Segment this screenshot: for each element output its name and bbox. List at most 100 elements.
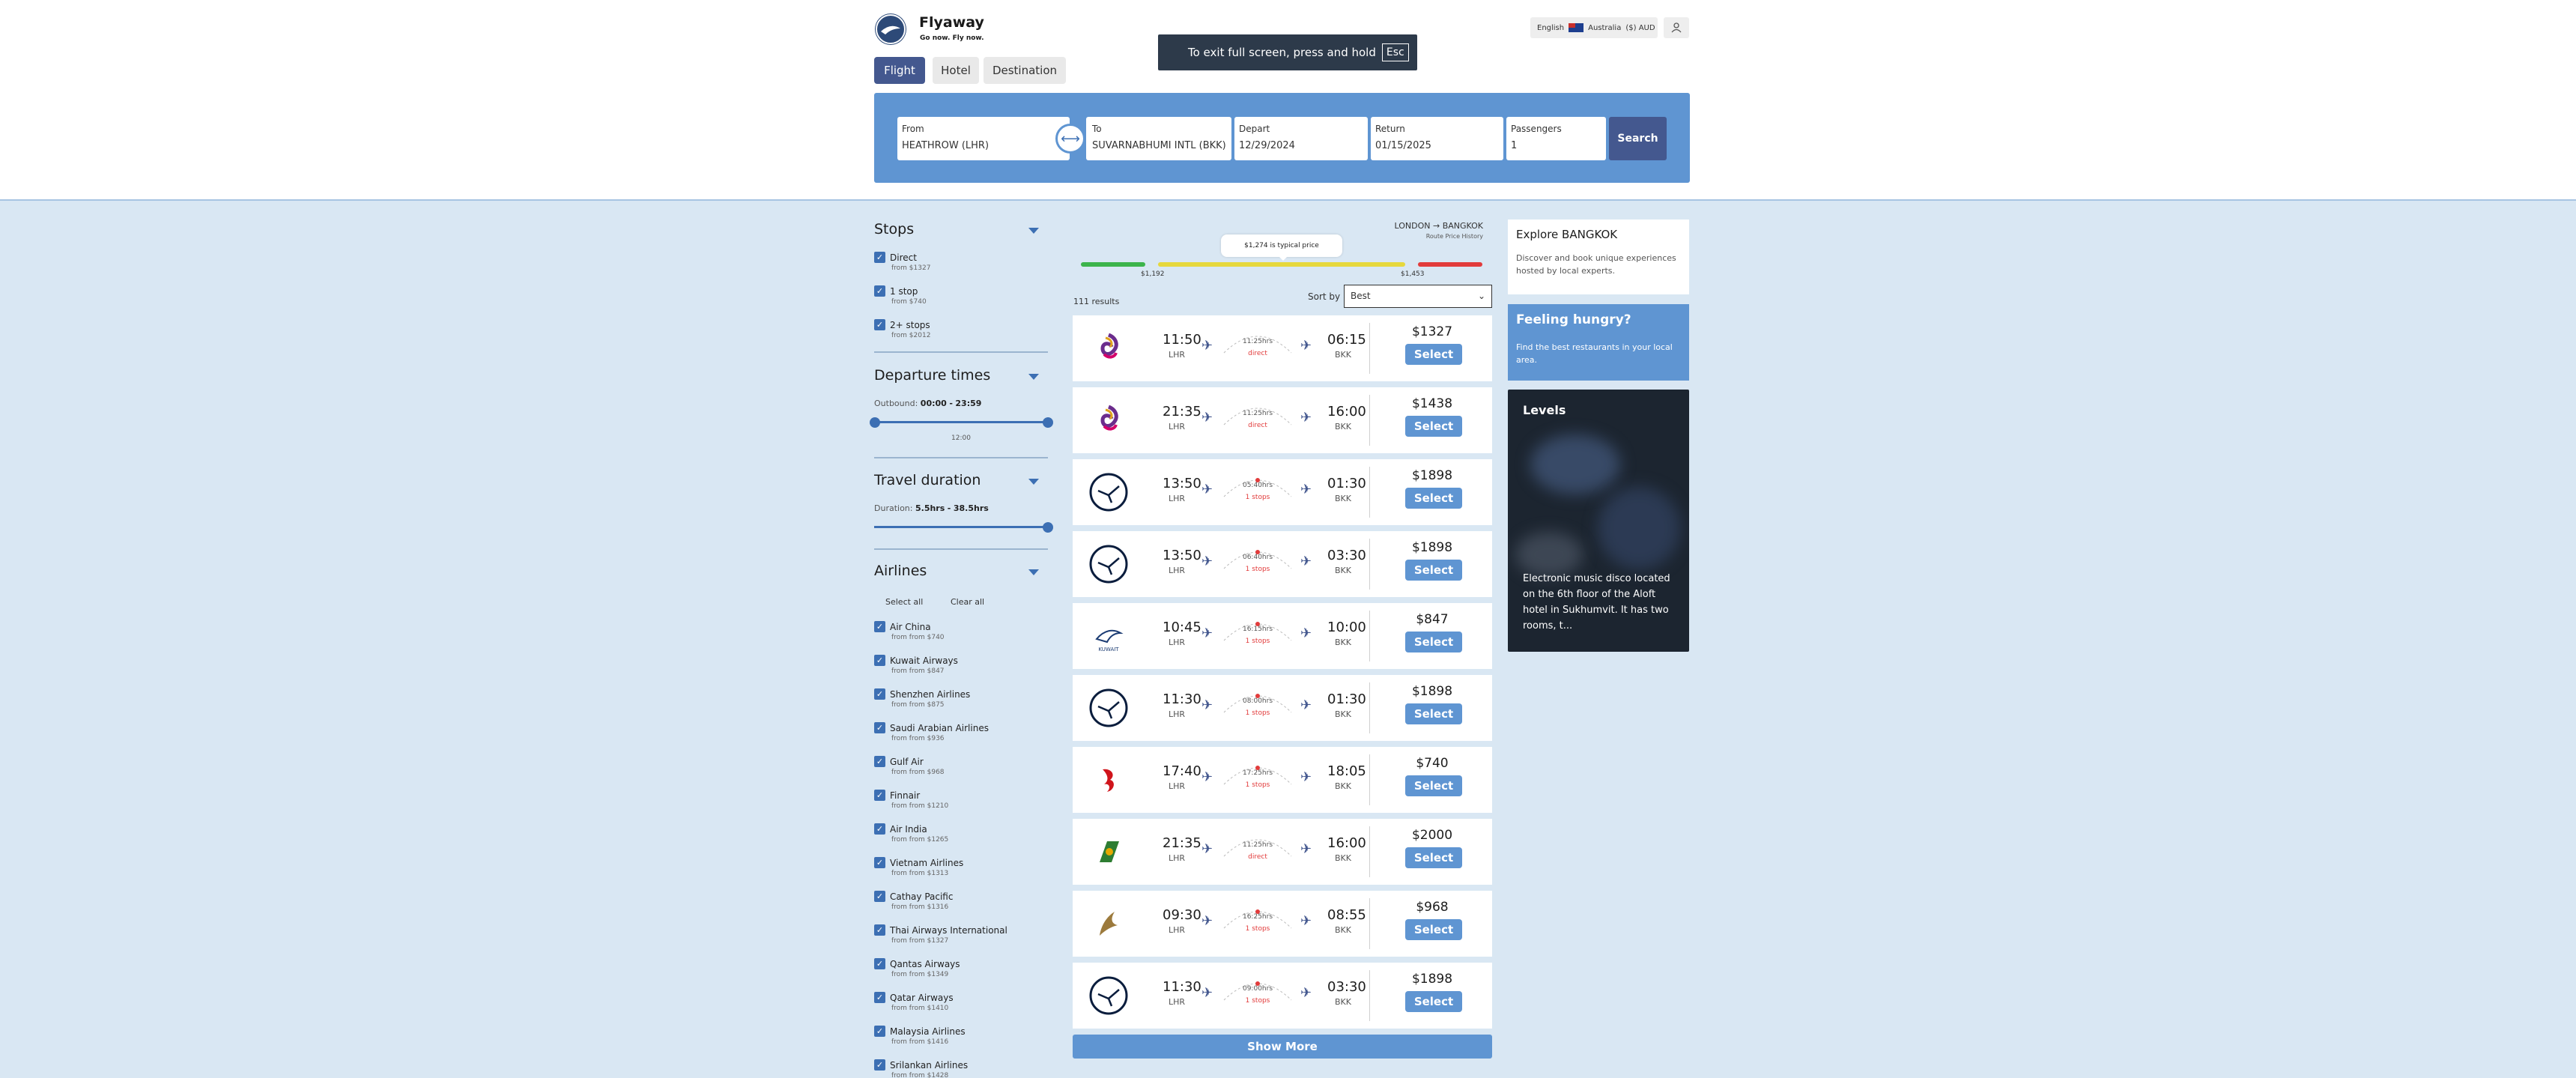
airline-checkbox[interactable]: ✓ xyxy=(874,621,885,632)
departure-collapse-icon[interactable] xyxy=(1028,374,1039,380)
outbound-from: 00:00 xyxy=(920,399,947,408)
explore-card[interactable]: Explore BANGKOK Discover and book unique… xyxy=(1508,219,1689,294)
select-flight-button[interactable]: Select xyxy=(1405,919,1462,940)
results-count: 111 results xyxy=(1073,297,1120,306)
arrival-airport: BKK xyxy=(1335,566,1351,575)
stops-option-label: 1 stop xyxy=(890,286,918,297)
to-field[interactable]: To SUVARNABHUMI INTL (BKK) xyxy=(1086,117,1231,160)
select-flight-button[interactable]: Select xyxy=(1405,775,1462,796)
tab-destination[interactable]: Destination xyxy=(984,57,1066,84)
duration-slider-max-handle[interactable] xyxy=(1043,522,1053,533)
from-field[interactable]: From HEATHROW (LHR) xyxy=(897,117,1070,160)
stops-direct-checkbox[interactable]: ✓ xyxy=(874,252,885,263)
select-flight-button[interactable]: Select xyxy=(1405,416,1462,437)
departure-slider-min-handle[interactable] xyxy=(870,417,880,428)
card-divider xyxy=(1369,826,1370,877)
return-field[interactable]: Return 01/15/2025 xyxy=(1371,117,1503,160)
flight-card[interactable]: 11:30 LHR ✈ 09:00hrs 1 stops ✈ 03:30 BKK… xyxy=(1073,963,1492,1029)
departure-time: 09:30 xyxy=(1163,907,1201,923)
stops-two-plus-checkbox[interactable]: ✓ xyxy=(874,319,885,330)
stops-one-checkbox[interactable]: ✓ xyxy=(874,285,885,297)
landing-plane-icon: ✈ xyxy=(1300,697,1312,713)
show-more-button[interactable]: Show More xyxy=(1073,1035,1492,1059)
departure-time: 17:40 xyxy=(1163,763,1201,779)
duration-slider-track[interactable] xyxy=(874,526,1048,528)
flight-card[interactable]: 21:35 LHR ✈ 11:25hrs direct ✈ 16:00 BKK … xyxy=(1073,387,1492,453)
airline-checkbox[interactable]: ✓ xyxy=(874,992,885,1003)
airline-checkbox[interactable]: ✓ xyxy=(874,958,885,969)
departure-time: 11:50 xyxy=(1163,332,1201,348)
airline-checkbox[interactable]: ✓ xyxy=(874,891,885,902)
airlines-collapse-icon[interactable] xyxy=(1028,569,1039,575)
airline-checkbox[interactable]: ✓ xyxy=(874,924,885,936)
flight-card[interactable]: 09:30 LHR ✈ 16:25hrs 1 stops ✈ 08:55 BKK… xyxy=(1073,891,1492,957)
kuwait-airline-logo-icon: KUWAIT xyxy=(1089,617,1128,655)
from-label: From xyxy=(902,124,924,134)
flight-card[interactable]: 17:40 LHR ✈ 17:25hrs 1 stops ✈ 18:05 BKK… xyxy=(1073,747,1492,813)
flight-card[interactable]: KUWAIT 10:45 LHR ✈ 16:15hrs 1 stops ✈ 10… xyxy=(1073,603,1492,669)
locale-selector[interactable]: English Australia ($) AUD xyxy=(1530,17,1658,38)
passengers-value[interactable]: 1 xyxy=(1511,140,1601,151)
from-value[interactable]: HEATHROW (LHR) xyxy=(902,140,1065,151)
departure-airport: LHR xyxy=(1169,781,1186,791)
takeoff-plane-icon: ✈ xyxy=(1201,554,1213,569)
airline-checkbox[interactable]: ✓ xyxy=(874,823,885,835)
takeoff-plane-icon: ✈ xyxy=(1201,841,1213,857)
stops-option-sub: from $740 xyxy=(891,298,927,306)
airline-checkbox[interactable]: ✓ xyxy=(874,857,885,868)
airline-checkbox[interactable]: ✓ xyxy=(874,688,885,700)
stops-collapse-icon[interactable] xyxy=(1028,228,1039,234)
hungry-text: Find the best restaurants in your local … xyxy=(1516,342,1673,365)
airline-checkbox[interactable]: ✓ xyxy=(874,1059,885,1071)
flight-path-arc xyxy=(1223,478,1292,497)
airline-checkbox[interactable]: ✓ xyxy=(874,1026,885,1037)
clear-all-button[interactable]: Clear all xyxy=(951,597,984,607)
airline-checkbox[interactable]: ✓ xyxy=(874,756,885,767)
route-price-history-link[interactable]: Route Price History xyxy=(1426,233,1483,240)
sort-select[interactable]: Best ⌄ xyxy=(1344,285,1492,308)
to-value[interactable]: SUVARNABHUMI INTL (BKK) xyxy=(1092,140,1227,151)
airline-checkbox[interactable]: ✓ xyxy=(874,722,885,733)
user-icon xyxy=(1671,22,1682,33)
levels-card[interactable]: Levels Electronic music disco located on… xyxy=(1508,390,1689,652)
lufthansa-airline-logo-icon xyxy=(1089,976,1128,1015)
select-flight-button[interactable]: Select xyxy=(1405,703,1462,724)
airline-checkbox[interactable]: ✓ xyxy=(874,790,885,801)
passengers-field[interactable]: Passengers 1 xyxy=(1506,117,1606,160)
airline-checkbox[interactable]: ✓ xyxy=(874,655,885,666)
select-flight-button[interactable]: Select xyxy=(1405,488,1462,509)
brand-name[interactable]: Flyaway xyxy=(919,14,984,31)
select-flight-button[interactable]: Select xyxy=(1405,560,1462,581)
flight-stops: direct xyxy=(1248,422,1267,429)
departure-mid-label: 12:00 xyxy=(951,434,971,442)
flight-card[interactable]: 11:50 LHR ✈ 11:25hrs direct ✈ 06:15 BKK … xyxy=(1073,315,1492,381)
flight-card[interactable]: 13:50 LHR ✈ 06:40hrs 1 stops ✈ 03:30 BKK… xyxy=(1073,531,1492,597)
brand-logo-icon[interactable] xyxy=(875,13,906,45)
departure-slider-track[interactable] xyxy=(874,421,1048,423)
flight-duration: 16:25hrs xyxy=(1242,913,1273,921)
flight-card[interactable]: 11:30 LHR ✈ 08:00hrs 1 stops ✈ 01:30 BKK… xyxy=(1073,675,1492,741)
departure-slider-max-handle[interactable] xyxy=(1043,417,1053,428)
esc-key-label: Esc xyxy=(1381,43,1409,61)
depart-field[interactable]: Depart 12/29/2024 xyxy=(1234,117,1368,160)
depart-value[interactable]: 12/29/2024 xyxy=(1239,140,1363,151)
airline-from-price: from from $1428 xyxy=(891,1072,949,1078)
select-flight-button[interactable]: Select xyxy=(1405,344,1462,365)
select-flight-button[interactable]: Select xyxy=(1405,991,1462,1012)
duration-collapse-icon[interactable] xyxy=(1028,479,1039,485)
tab-hotel[interactable]: Hotel xyxy=(933,57,979,84)
price-high-label: $1,453 xyxy=(1401,270,1425,278)
takeoff-plane-icon: ✈ xyxy=(1201,913,1213,929)
return-value[interactable]: 01/15/2025 xyxy=(1375,140,1499,151)
search-button[interactable]: Search xyxy=(1609,117,1667,160)
user-account-button[interactable] xyxy=(1664,17,1689,38)
select-flight-button[interactable]: Select xyxy=(1405,847,1462,868)
flight-duration: 11:25hrs xyxy=(1242,338,1273,345)
select-flight-button[interactable]: Select xyxy=(1405,632,1462,652)
hungry-card[interactable]: Feeling hungry? Find the best restaurant… xyxy=(1508,304,1689,381)
swap-arrows-icon[interactable]: ⟷ xyxy=(1055,124,1085,154)
select-all-button[interactable]: Select all xyxy=(885,597,923,607)
flight-card[interactable]: 13:50 LHR ✈ 05:40hrs 1 stops ✈ 01:30 BKK… xyxy=(1073,459,1492,525)
tab-flight[interactable]: Flight xyxy=(874,57,925,84)
flight-card[interactable]: 21:35 LHR ✈ 11:25hrs direct ✈ 16:00 BKK … xyxy=(1073,819,1492,885)
